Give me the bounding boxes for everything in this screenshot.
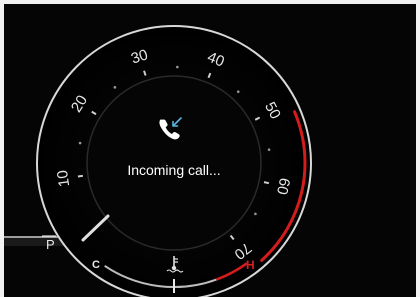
- minor-tick-dot: [254, 212, 257, 216]
- temperature-cold-label: C: [92, 259, 100, 271]
- speedometer-gauge: 102030 40506070 P C H Incoming call...: [4, 25, 312, 297]
- speed-label-10: 10: [54, 169, 73, 188]
- temperature-hot-label: H: [246, 258, 255, 272]
- gear-indicator-track: [4, 238, 66, 246]
- instrument-cluster-screen: 10 20 30 40 50 60 70 P C H Incoming call...: [0, 0, 420, 297]
- major-tick: [263, 181, 270, 185]
- speed-label-60: 60: [273, 176, 293, 196]
- minor-tick-dot: [236, 90, 240, 93]
- minor-tick-dot: [113, 86, 117, 89]
- gear-indicator-label: P: [46, 237, 55, 252]
- call-status-text: Incoming call...: [127, 162, 220, 178]
- major-tick: [77, 174, 84, 178]
- minor-tick-dot: [78, 141, 82, 145]
- minor-tick-dot: [267, 148, 271, 151]
- minor-tick-dot: [176, 65, 179, 69]
